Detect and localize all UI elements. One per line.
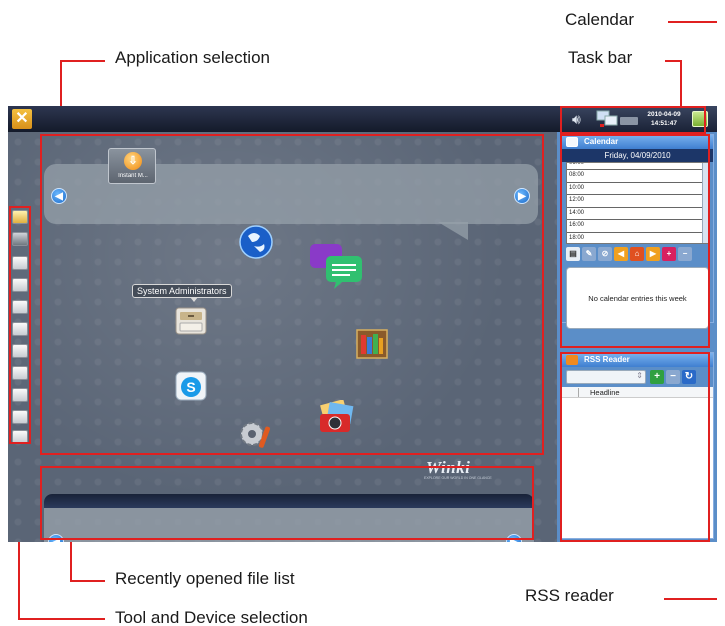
highlight-application-selection <box>40 134 544 455</box>
annotation-task-bar: Task bar <box>568 48 633 67</box>
annotation-tool-device: Tool and Device selection <box>115 608 308 626</box>
leader-app-h <box>60 60 105 62</box>
highlight-tool-device <box>9 206 31 444</box>
leader-calendar-h <box>668 21 717 23</box>
leader-recent-h <box>70 580 105 582</box>
leader-recent-v <box>70 540 72 582</box>
close-button[interactable]: ✕ <box>12 109 32 129</box>
highlight-recent-files <box>40 466 534 540</box>
annotation-application-selection: Application selection <box>115 48 270 67</box>
leader-tool-h <box>18 618 105 620</box>
highlight-calendar <box>560 134 710 348</box>
annotation-recent-files: Recently opened file list <box>115 569 295 588</box>
leader-taskbar-v <box>680 60 682 106</box>
highlight-task-bar <box>560 106 706 134</box>
annotation-rss-reader: RSS reader <box>525 586 614 605</box>
annotation-calendar: Calendar <box>565 10 634 29</box>
leader-rss-h <box>664 598 717 600</box>
highlight-rss-reader <box>560 352 710 542</box>
